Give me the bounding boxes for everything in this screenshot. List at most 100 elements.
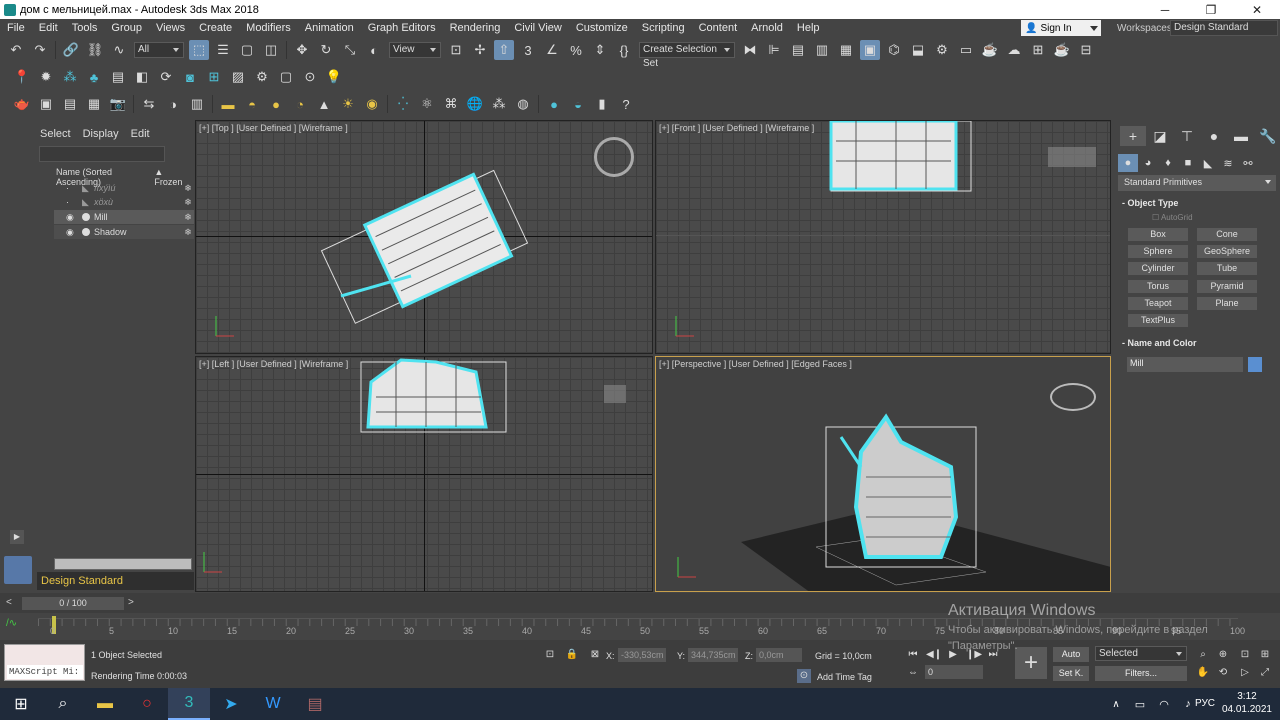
auto-key-button[interactable]: Auto — [1053, 647, 1089, 662]
unlink-icon[interactable]: ⛓ — [85, 40, 105, 60]
material-editor-icon[interactable]: ⬓ — [908, 40, 928, 60]
textplus-button[interactable]: TextPlus — [1128, 314, 1188, 327]
menu-animation[interactable]: Animation — [298, 22, 361, 34]
molecule-icon[interactable]: ⚛ — [417, 94, 437, 114]
pivot-center-icon[interactable]: ⊡ — [446, 40, 466, 60]
3dsmax-taskbar-icon[interactable]: 3 — [168, 688, 210, 720]
render-cloud-icon[interactable]: ☁ — [1004, 40, 1024, 60]
create-tab-icon[interactable]: + — [1120, 126, 1146, 146]
scene-row[interactable]: · ◣ xöxù ❄ — [54, 195, 194, 209]
angle-snap-icon[interactable]: ∠ — [542, 40, 562, 60]
y-coordinate-field[interactable]: 344,735cm — [688, 648, 738, 662]
go-to-start-icon[interactable]: ⏮ — [906, 648, 920, 662]
mesh-icon[interactable]: ▥ — [187, 94, 207, 114]
undo-icon[interactable]: ↶ — [6, 40, 26, 60]
material-icon[interactable]: ◒ — [568, 94, 588, 114]
scale-icon[interactable]: ⤡ — [340, 40, 360, 60]
motion-tab-icon[interactable]: ● — [1201, 126, 1227, 146]
set-key-button[interactable]: Set K. — [1053, 666, 1089, 681]
link-icon[interactable]: 🔗 — [61, 40, 81, 60]
tab-display[interactable]: Display — [77, 126, 125, 142]
menu-edit[interactable]: Edit — [32, 22, 65, 34]
time-tag-icon[interactable]: ⊙ — [797, 669, 811, 683]
image-icon[interactable]: ▨ — [228, 67, 248, 87]
selection-lock-icon[interactable]: 🔒 — [565, 648, 579, 662]
scene-row[interactable]: ◉ Mill ❄ — [54, 210, 194, 224]
menu-views[interactable]: Views — [149, 22, 192, 34]
set-key-icon[interactable]: + — [1015, 647, 1047, 679]
redo-icon[interactable]: ↷ — [30, 40, 50, 60]
atoms-icon[interactable]: ⁂ — [489, 94, 509, 114]
key-mode-icon[interactable]: ⇔ — [906, 666, 920, 680]
shapes-category-icon[interactable]: ◕ — [1138, 154, 1158, 172]
sphere-icon[interactable]: ● — [544, 94, 564, 114]
keyboard-shortcut-override-icon[interactable]: ⇧ — [494, 40, 514, 60]
bind-space-warp-icon[interactable]: ∿ — [109, 40, 129, 60]
language-indicator[interactable]: РУС — [1195, 698, 1215, 709]
column-frozen[interactable]: ▲ Frozen — [154, 167, 192, 187]
curve-editor-mini-icon[interactable]: /∿ — [6, 618, 17, 629]
sphere-light-icon[interactable]: ◉ — [362, 94, 382, 114]
cone-button[interactable]: Cone — [1197, 228, 1257, 241]
key-filters-button[interactable]: Filters... — [1095, 666, 1187, 681]
close-button[interactable]: ✕ — [1234, 3, 1280, 17]
select-object-icon[interactable]: ⬚ — [189, 40, 209, 60]
mirror-icon[interactable]: ⧓ — [740, 40, 760, 60]
half-sphere-icon[interactable]: ◑ — [163, 94, 183, 114]
winrar-icon[interactable]: ▤ — [294, 688, 336, 720]
teapot-button[interactable]: Teapot — [1128, 297, 1188, 310]
menu-content[interactable]: Content — [692, 22, 745, 34]
telegram-icon[interactable]: ➤ — [210, 688, 252, 720]
toggle-layer-explorer-icon[interactable]: ▥ — [812, 40, 832, 60]
window-icon[interactable]: ▢ — [276, 67, 296, 87]
menu-civil-view[interactable]: Civil View — [507, 22, 568, 34]
frozen-icon[interactable]: ❄ — [182, 227, 194, 238]
autogrid-checkbox[interactable]: ☐ AutoGrid — [1152, 213, 1193, 222]
menu-help[interactable]: Help — [790, 22, 827, 34]
plane-button[interactable]: Plane — [1197, 297, 1257, 310]
minimize-button[interactable]: ─ — [1142, 3, 1188, 17]
table-icon[interactable]: ▦ — [84, 94, 104, 114]
search-icon[interactable]: ⌕ — [42, 688, 84, 720]
sun-icon[interactable]: ☀ — [338, 94, 358, 114]
viewport-perspective[interactable]: [+] [Perspective ] [User Defined ] [Edge… — [655, 356, 1111, 592]
maximize-button[interactable]: ❐ — [1188, 3, 1234, 17]
camera-icon[interactable]: 📷 — [108, 94, 128, 114]
box-button[interactable]: Box — [1128, 228, 1188, 241]
x-coordinate-field[interactable]: -330,53cm — [618, 648, 666, 662]
arnold-ipr-icon[interactable]: ⊟ — [1076, 40, 1096, 60]
arnold-render-icon[interactable]: ☕ — [1052, 40, 1072, 60]
display-tab-icon[interactable]: ▬ — [1228, 126, 1254, 146]
schematic-view-icon[interactable]: ⌬ — [884, 40, 904, 60]
visibility-eye-icon[interactable]: ◉ — [66, 227, 78, 238]
pyramid-button[interactable]: Pyramid — [1197, 280, 1257, 293]
viewport-front[interactable]: [+] [Front ] [User Defined ] [Wireframe … — [655, 120, 1111, 354]
align-icon[interactable]: ⊫ — [764, 40, 784, 60]
hierarchy-tab-icon[interactable]: ⊤ — [1174, 126, 1200, 146]
menu-modifiers[interactable]: Modifiers — [239, 22, 298, 34]
object-type-rollout[interactable]: - Object Type — [1122, 198, 1178, 208]
menu-arnold[interactable]: Arnold — [744, 22, 790, 34]
window-crossing-icon[interactable]: ◫ — [261, 40, 281, 60]
network-icon[interactable]: ▭ — [1128, 688, 1152, 720]
globe-icon[interactable]: 🌐 — [465, 94, 485, 114]
word-icon[interactable]: W — [252, 688, 294, 720]
eye-icon[interactable]: ⊙ — [300, 67, 320, 87]
select-manipulate-icon[interactable]: ✢ — [470, 40, 490, 60]
toggle-ribbon-icon[interactable]: ▦ — [836, 40, 856, 60]
rotate-icon-2[interactable]: ⟳ — [156, 67, 176, 87]
tab-select[interactable]: Select — [34, 126, 77, 142]
menu-file[interactable]: File — [0, 22, 32, 34]
render-window-icon[interactable]: ▣ — [36, 94, 56, 114]
menu-scripting[interactable]: Scripting — [635, 22, 692, 34]
current-frame-field[interactable]: 0 — [925, 665, 983, 679]
sphere-button[interactable]: Sphere — [1128, 245, 1188, 258]
curve-editor-icon[interactable]: ▣ — [860, 40, 880, 60]
render-setup-icon[interactable]: ⚙ — [932, 40, 952, 60]
snaps-toggle-icon[interactable]: 3 — [518, 40, 538, 60]
point-light-icon[interactable]: ● — [266, 94, 286, 114]
viewcube-front[interactable] — [1048, 147, 1096, 167]
object-name-field[interactable]: Mill — [1127, 357, 1243, 372]
create-selection-set-dropdown[interactable]: Create Selection Set — [639, 42, 735, 69]
pan-hand-icon[interactable]: ✋ — [1196, 666, 1210, 680]
